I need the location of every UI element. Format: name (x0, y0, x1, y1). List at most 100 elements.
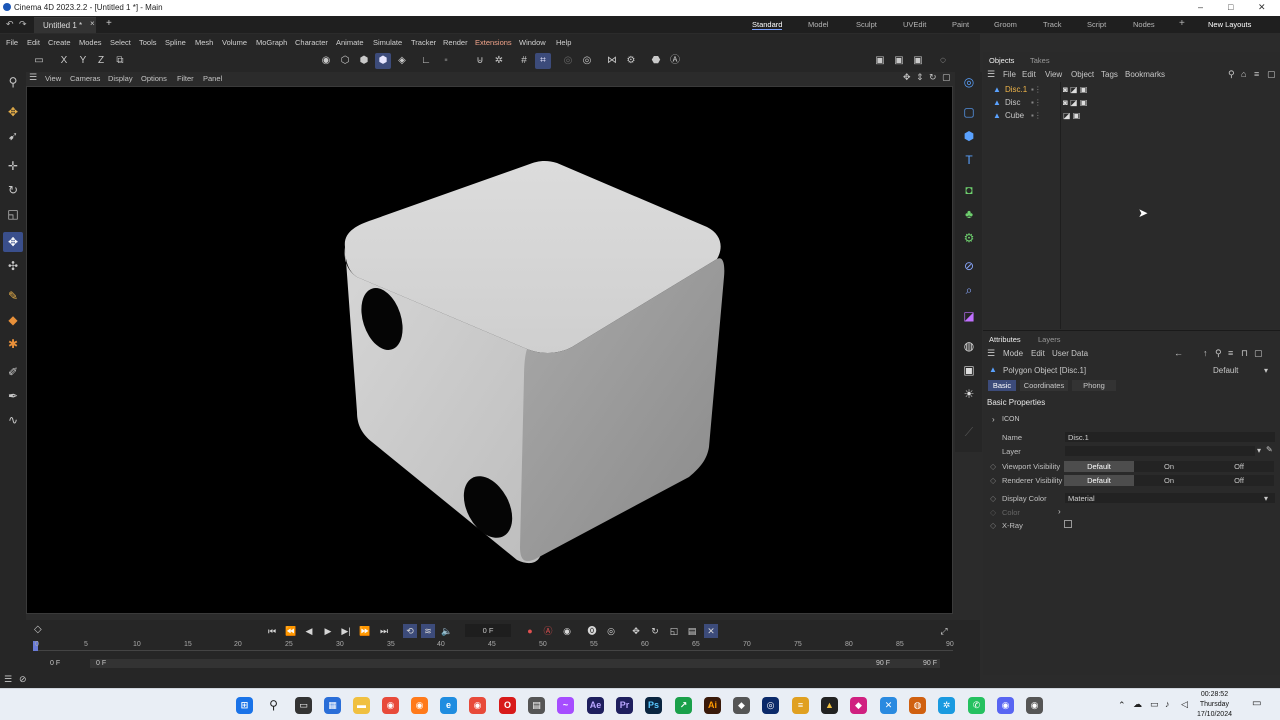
new-layouts-button[interactable]: New Layouts (1208, 20, 1251, 29)
clapper-icon[interactable]: ▭ (31, 53, 47, 69)
menu-tracker[interactable]: Tracker (411, 38, 436, 47)
keyframe-dot-icon[interactable]: ◇ (990, 508, 996, 517)
render-to-picture-viewer-icon[interactable]: ▣ (891, 53, 907, 69)
settings-app-icon[interactable]: ✲ (938, 697, 955, 714)
viewport-menu-panel[interactable]: Panel (203, 74, 222, 83)
attributes-menu-edit[interactable]: Edit (1031, 349, 1045, 358)
menu-volume[interactable]: Volume (222, 38, 247, 47)
attributes-filter-icon[interactable]: ≡ (1228, 348, 1233, 358)
spline-pen-icon[interactable]: ✎ (3, 286, 23, 306)
keyframe-dot-icon[interactable]: ◇ (990, 476, 996, 485)
settings-gear-icon[interactable]: ⚙ (623, 53, 639, 69)
polygons-mode-icon[interactable]: ⬢ (356, 53, 372, 69)
keyframe-dot-icon[interactable]: ◇ (990, 462, 996, 471)
sculpt-icon[interactable]: ⬣ (648, 53, 664, 69)
mograph-icon[interactable]: ◪ (959, 306, 979, 326)
discord-icon[interactable]: ◉ (997, 697, 1014, 714)
layer-field[interactable] (1065, 446, 1255, 456)
viewport-menu-options[interactable]: Options (141, 74, 167, 83)
task-view-icon[interactable]: ▭ (295, 697, 312, 714)
renderer-visibility-default[interactable]: Default (1064, 475, 1134, 486)
key-position-icon[interactable]: ⓿ (585, 624, 599, 638)
material-tag-icon[interactable]: ◙ ◪ ▣ (1063, 85, 1087, 94)
subtab-basic[interactable]: Basic (988, 380, 1016, 391)
effector-gear-icon[interactable]: ⚙ (959, 228, 979, 248)
layout-model[interactable]: Model (808, 20, 828, 29)
layout-groom[interactable]: Groom (994, 20, 1017, 29)
firefox-icon[interactable]: ◉ (411, 697, 428, 714)
edges-mode-icon[interactable]: ⬡ (337, 53, 353, 69)
layout-uvedit[interactable]: UVEdit (903, 20, 926, 29)
viewport-move-icon[interactable]: ✥ (903, 72, 911, 83)
locked-workplane-icon[interactable]: ✲ (491, 53, 507, 69)
viewport-menu-cameras[interactable]: Cameras (70, 74, 100, 83)
key-pla-icon[interactable]: ◱ (667, 624, 681, 638)
loop-icon[interactable]: ⟲ (403, 624, 417, 638)
record-icon[interactable]: ● (523, 624, 537, 638)
menu-create[interactable]: Create (48, 38, 71, 47)
field-icon[interactable]: ⌕ (959, 280, 979, 300)
previous-frame-icon[interactable]: ◀ (302, 624, 316, 638)
tab-attributes[interactable]: Attributes (989, 335, 1021, 344)
close-button[interactable]: ✕ (1258, 2, 1266, 13)
menu-file[interactable]: File (6, 38, 18, 47)
after-effects-icon[interactable]: Ae (587, 697, 604, 714)
cube-primitive-icon[interactable]: ⬢ (959, 126, 979, 146)
menu-character[interactable]: Character (295, 38, 328, 47)
cloner-icon[interactable]: ♣ (959, 204, 979, 224)
deformer-icon[interactable]: ⊘ (959, 256, 979, 276)
clapper-app-icon[interactable]: ▤ (528, 697, 545, 714)
triangle-app-icon[interactable]: ▲ (821, 697, 838, 714)
minimize-button[interactable]: – (1198, 2, 1203, 12)
microphone-icon[interactable]: ♪ (1165, 699, 1170, 709)
go-to-start-icon[interactable]: ⏮ (265, 624, 279, 638)
display-color-dropdown[interactable]: Material (1065, 493, 1275, 503)
subdivision-icon[interactable]: ◘ (959, 180, 979, 200)
layout-track[interactable]: Track (1043, 20, 1061, 29)
snap-icon[interactable]: # (516, 53, 532, 69)
messenger-icon[interactable]: ~ (557, 697, 574, 714)
viewport-rotate-icon[interactable]: ↻ (929, 72, 937, 83)
symmetry-icon[interactable]: ⋈ (604, 53, 620, 69)
up-arrow-icon[interactable]: ↑ (1203, 348, 1208, 358)
layout-standard[interactable]: Standard (752, 20, 783, 30)
windows-start-icon[interactable]: ⊞ (236, 697, 253, 714)
object-row-disc1[interactable]: ▲ Disc.1 ▪⋮ ◙ ◪ ▣ (983, 84, 1280, 96)
uv-mode-icon[interactable]: ◈ (394, 53, 410, 69)
obs-icon[interactable]: ◉ (1026, 697, 1043, 714)
edit-pencil-icon[interactable]: ✎ (1266, 445, 1273, 454)
menu-tools[interactable]: Tools (139, 38, 157, 47)
xray-checkbox[interactable] (1064, 520, 1072, 528)
live-selection-icon[interactable]: ✥ (3, 102, 23, 122)
tab-takes[interactable]: Takes (1030, 56, 1050, 65)
text-spline-icon[interactable]: T (959, 150, 979, 170)
viewport-hamburger-icon[interactable]: ☰ (29, 72, 37, 83)
axis-y-button[interactable]: Y (75, 53, 91, 69)
viewport-menu-view[interactable]: View (45, 74, 61, 83)
coord-system-icon[interactable]: ⧉ (112, 53, 128, 69)
chrome-icon[interactable]: ◉ (382, 697, 399, 714)
blue-app-icon[interactable]: ✕ (880, 697, 897, 714)
interpolation-icon[interactable]: ✕ (704, 624, 718, 638)
render-view-icon[interactable]: ▣ (872, 53, 888, 69)
attributes-hamburger-icon[interactable]: ☰ (987, 348, 995, 359)
file-explorer-icon[interactable]: ▬ (353, 697, 370, 714)
tool-app-icon[interactable]: ◆ (733, 697, 750, 714)
go-to-end-icon[interactable]: ⏭ (377, 624, 391, 638)
snap-tool-icon[interactable]: ✣ (3, 256, 23, 276)
network-icon[interactable]: ▭ (1150, 699, 1159, 710)
model-mode-icon[interactable]: ⬢ (375, 53, 391, 69)
environment-icon[interactable]: ◍ (959, 336, 979, 356)
close-tab-icon[interactable]: × (90, 19, 95, 28)
tray-app-icon[interactable]: ☁ (1133, 699, 1142, 710)
viewport-zoom-icon[interactable]: ⇕ (916, 72, 924, 83)
render-settings-icon[interactable]: ▣ (910, 53, 926, 69)
layer-dropdown-icon[interactable]: ▾ (1257, 446, 1261, 455)
disabled-tool-icon[interactable]: ⟋ (959, 422, 979, 442)
objects-maximize-icon[interactable]: ▢ (1267, 69, 1276, 80)
lasso-icon[interactable]: ∿ (3, 410, 23, 430)
key-rotation-icon[interactable]: ◎ (604, 624, 618, 638)
knife-icon[interactable]: ◆ (3, 310, 23, 330)
axis-x-button[interactable]: X (56, 53, 72, 69)
viewport-visibility-on[interactable]: On (1134, 461, 1204, 472)
